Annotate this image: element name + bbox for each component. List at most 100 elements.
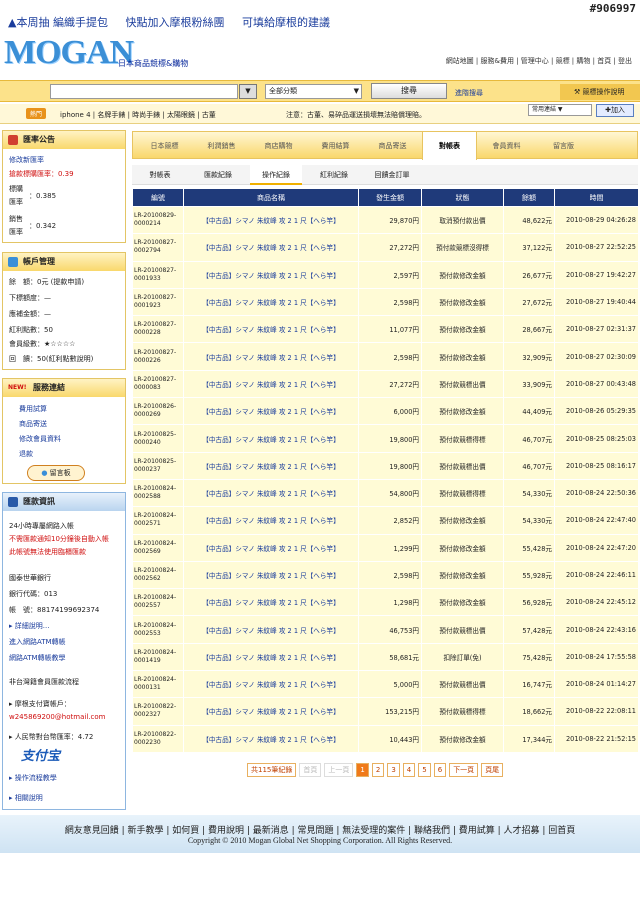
table-cell: 2010-08-27 19:42:27 — [555, 261, 638, 288]
item-link[interactable]: 【中古品】シマノ 朱紋峰 攻 2 1 尺【へら竿】 — [184, 725, 358, 752]
page-button[interactable]: 3 — [387, 763, 400, 777]
service-link-shipping[interactable]: 商品寄送 — [19, 419, 47, 429]
item-link[interactable]: 【中古品】シマノ 朱紋峰 攻 2 1 尺【へら竿】 — [184, 234, 358, 261]
advanced-search-link[interactable]: 進階搜尋 — [455, 88, 483, 98]
related-info-link[interactable]: ▸ 相關說明 — [9, 793, 43, 803]
prev-page-button[interactable]: 上一頁 — [324, 763, 354, 777]
item-link[interactable]: 【中古品】シマノ 朱紋峰 攻 2 1 尺【へら竿】 — [184, 343, 358, 370]
table-cell: 11,077円 — [359, 316, 421, 343]
bid-rate: 搶款標購匯率：0.39 — [9, 170, 74, 178]
table-cell: 16,747元 — [504, 671, 554, 698]
service-link-refund[interactable]: 退款 — [19, 449, 33, 459]
table-cell: 預付款競標得標 — [422, 425, 503, 452]
message-board-button[interactable]: ● 留言板 — [27, 465, 85, 481]
total-records[interactable]: 共115筆紀錄 — [247, 763, 297, 777]
item-link[interactable]: 【中古品】シマノ 朱紋峰 攻 2 1 尺【へら竿】 — [184, 643, 358, 671]
promo-link-fans[interactable]: 快點加入摩根粉絲團 — [125, 16, 224, 29]
subtab-2[interactable]: 操作紀錄 — [250, 165, 302, 185]
detail-link[interactable]: ▸ 詳細說明... — [9, 621, 49, 631]
table-cell: 2,598円 — [359, 343, 421, 370]
table-cell: 56,928元 — [504, 589, 554, 616]
tab-3[interactable]: 費用結算 — [308, 132, 363, 160]
footer-links[interactable]: 網友意見回饋 | 新手教學 | 如何買 | 費用說明 | 最新消息 | 常見問題… — [0, 823, 640, 836]
tab-0[interactable]: 日本競標 — [137, 132, 192, 160]
page-button[interactable]: 2 — [371, 763, 385, 777]
promo-bar: ▲本周抽 編織手提包 快點加入摩根粉絲團 可填給摩根的建議 — [8, 14, 330, 30]
table-cell: 26,677元 — [504, 261, 554, 288]
page-button[interactable]: 6 — [433, 763, 447, 777]
search-button[interactable]: 搜尋 — [371, 83, 447, 99]
item-link[interactable]: 【中古品】シマノ 朱紋峰 攻 2 1 尺【へら竿】 — [184, 589, 358, 616]
table-cell: LR-20100825-0000237 — [133, 452, 183, 479]
new-badge: NEW! — [8, 384, 27, 391]
category-select[interactable]: 全部分類 ▼ — [265, 84, 362, 99]
search-input[interactable] — [50, 84, 238, 99]
pagination: 共115筆紀錄 首頁 上一頁 1 2 3 4 5 6 下一頁 頁尾 — [247, 763, 506, 777]
tab-7[interactable]: 留言版 — [536, 132, 591, 160]
atm-tutorial-link[interactable]: 網路ATM轉帳教學 — [9, 653, 66, 663]
item-link[interactable]: 【中古品】シマノ 朱紋峰 攻 2 1 尺【へら竿】 — [184, 370, 358, 398]
table-cell: 2010-08-22 22:08:11 — [555, 698, 638, 725]
table-cell: 18,662元 — [504, 698, 554, 725]
page-button[interactable]: 1 — [356, 763, 369, 777]
page-button[interactable]: 4 — [402, 763, 416, 777]
table-cell: 2010-08-26 05:29:35 — [555, 398, 638, 425]
item-link[interactable]: 【中古品】シマノ 朱紋峰 攻 2 1 尺【へら竿】 — [184, 425, 358, 452]
item-link[interactable]: 【中古品】シマノ 朱紋峰 攻 2 1 尺【へら竿】 — [184, 452, 358, 479]
item-link[interactable]: 【中古品】シマノ 朱紋峰 攻 2 1 尺【へら竿】 — [184, 398, 358, 425]
next-page-button[interactable]: 下一頁 — [449, 763, 479, 777]
table-cell: 2010-08-24 22:43:16 — [555, 616, 638, 643]
item-link[interactable]: 【中古品】シマノ 朱紋峰 攻 2 1 尺【へら竿】 — [184, 479, 358, 507]
subtab-1[interactable]: 匯款紀錄 — [192, 165, 244, 185]
member-level: 會員級數：★☆☆☆☆ — [9, 340, 76, 348]
promo-link-suggest[interactable]: 可填給摩根的建議 — [242, 16, 330, 29]
search-dropdown-button[interactable]: ▼ — [239, 84, 257, 99]
item-link[interactable]: 【中古品】シマノ 朱紋峰 攻 2 1 尺【へら竿】 — [184, 671, 358, 698]
table-cell: LR-20100827-0001933 — [133, 261, 183, 288]
table-row: LR-20100824-0002553 【中古品】シマノ 朱紋峰 攻 2 1 尺【… — [133, 616, 638, 643]
watermark: #906997 — [589, 2, 636, 15]
tab-4[interactable]: 商品寄送 — [365, 132, 420, 160]
table-cell: 取消預付款出價 — [422, 207, 503, 234]
item-link[interactable]: 【中古品】シマノ 朱紋峰 攻 2 1 尺【へら竿】 — [184, 534, 358, 561]
item-link[interactable]: 【中古品】シマノ 朱紋峰 攻 2 1 尺【へら竿】 — [184, 207, 358, 234]
item-link[interactable]: 【中古品】シマノ 朱紋峰 攻 2 1 尺【へら竿】 — [184, 261, 358, 288]
tab-5[interactable]: 對帳表 — [422, 132, 477, 160]
hammer-icon: ⚒ — [574, 88, 581, 96]
quick-link-select[interactable]: 常用連結 ▼ — [528, 104, 592, 116]
tab-1[interactable]: 利潤銷售 — [194, 132, 249, 160]
chevron-down-icon: ▼ — [353, 87, 359, 95]
tab-2[interactable]: 商店購物 — [251, 132, 306, 160]
rate-update-link[interactable]: 修改新匯率 — [9, 155, 44, 165]
remit-panel: 匯款資訊 24小時專屬網路入帳 不需匯款通知10分鐘後自動入帳 此帳號無法使用臨… — [2, 492, 126, 810]
promo-link-bag[interactable]: ▲本周抽 編織手提包 — [8, 16, 108, 29]
hot-links[interactable]: iphone 4 | 名牌手錶 | 時尚手錶 | 太陽眼鏡 | 古董 — [60, 110, 216, 120]
process-tutorial-link[interactable]: ▸ 操作流程教學 — [9, 773, 57, 783]
page-button[interactable]: 5 — [418, 763, 431, 777]
atm-link[interactable]: 進入網路ATM轉帳 — [9, 637, 66, 647]
bid-help-link[interactable]: ⚒ 競標操作說明 — [560, 84, 640, 100]
first-page-button[interactable]: 首頁 — [299, 763, 322, 777]
alipay-logo[interactable]: 支付宝 — [21, 745, 60, 764]
subtab-4[interactable]: 回饋金訂單 — [366, 165, 418, 185]
last-page-button[interactable]: 頁尾 — [481, 763, 504, 777]
top-nav-links[interactable]: 網站地圖 | 服務&費用 | 管理中心 | 競標 | 購物 | 首頁 | 登出 — [446, 56, 632, 66]
item-link[interactable]: 【中古品】シマノ 朱紋峰 攻 2 1 尺【へら竿】 — [184, 616, 358, 643]
table-cell: 10,443円 — [359, 725, 421, 752]
item-link[interactable]: 【中古品】シマノ 朱紋峰 攻 2 1 尺【へら竿】 — [184, 507, 358, 534]
subtab-3[interactable]: 紅利紀錄 — [308, 165, 360, 185]
item-link[interactable]: 【中古品】シマノ 朱紋峰 攻 2 1 尺【へら竿】 — [184, 316, 358, 343]
table-row: LR-20100826-0000269 【中古品】シマノ 朱紋峰 攻 2 1 尺【… — [133, 398, 638, 425]
balance: 餘 額：0元 (提款申請) — [9, 278, 85, 286]
service-link-fee[interactable]: 費用試算 — [19, 404, 47, 414]
table-cell: LR-20100827-0001923 — [133, 288, 183, 316]
item-link[interactable]: 【中古品】シマノ 朱紋峰 攻 2 1 尺【へら竿】 — [184, 561, 358, 589]
service-link-profile[interactable]: 修改會員資料 — [19, 434, 61, 444]
item-link[interactable]: 【中古品】シマノ 朱紋峰 攻 2 1 尺【へら竿】 — [184, 698, 358, 725]
rate-icon — [8, 135, 18, 145]
add-button[interactable]: ✚加入 — [596, 104, 634, 117]
item-link[interactable]: 【中古品】シマノ 朱紋峰 攻 2 1 尺【へら竿】 — [184, 288, 358, 316]
site-logo[interactable]: MOGAN — [4, 34, 134, 74]
tab-6[interactable]: 會員資料 — [479, 132, 534, 160]
subtab-0[interactable]: 對帳表 — [134, 165, 186, 185]
